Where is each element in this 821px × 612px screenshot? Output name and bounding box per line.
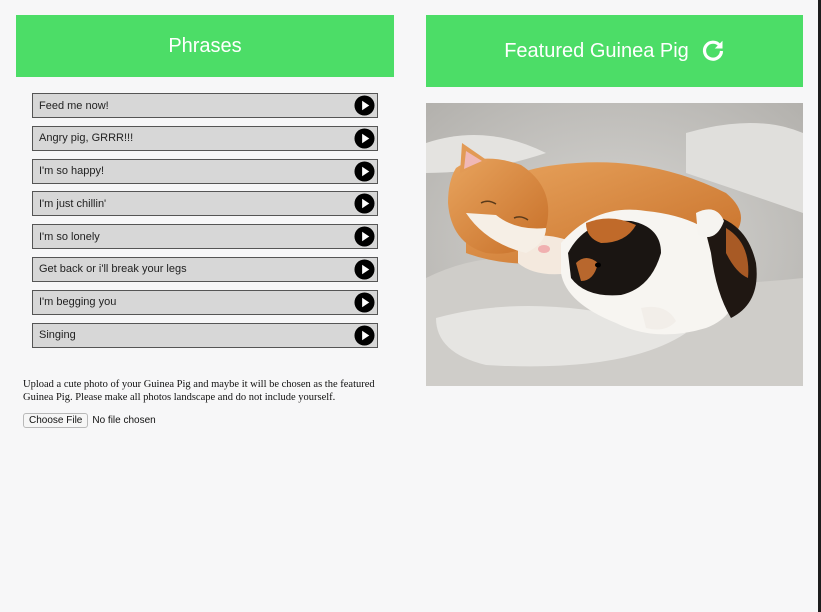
phrase-label: Singing xyxy=(39,329,76,342)
featured-header: Featured Guinea Pig xyxy=(426,15,803,87)
file-status: No file chosen xyxy=(92,415,156,426)
play-icon[interactable] xyxy=(354,193,375,214)
phrase-item[interactable]: Singing xyxy=(32,322,378,348)
phrase-label: I'm begging you xyxy=(39,296,117,309)
featured-photo xyxy=(426,103,803,386)
phrase-item[interactable]: I'm so lonely xyxy=(32,224,378,250)
phrase-label: I'm just chillin' xyxy=(39,197,107,210)
phrase-label: I'm so lonely xyxy=(39,230,100,243)
phrase-item[interactable]: Get back or i'll break your legs xyxy=(32,256,378,282)
phrase-label: Get back or i'll break your legs xyxy=(39,263,187,276)
phrase-item[interactable]: Angry pig, GRRR!!! xyxy=(32,125,378,151)
play-icon[interactable] xyxy=(354,259,375,280)
phrase-item[interactable]: I'm begging you xyxy=(32,289,378,315)
phrase-label: Angry pig, GRRR!!! xyxy=(39,132,134,145)
phrase-item[interactable]: I'm so happy! xyxy=(32,158,378,184)
phrase-item[interactable]: I'm just chillin' xyxy=(32,191,378,217)
phrase-list: Feed me now! Angry pig, GRRR!!! I'm so h… xyxy=(32,93,378,355)
phrase-label: Feed me now! xyxy=(39,99,109,112)
play-icon[interactable] xyxy=(354,226,375,247)
play-icon[interactable] xyxy=(354,95,375,116)
play-icon[interactable] xyxy=(354,161,375,182)
file-upload: Choose File No file chosen xyxy=(23,413,156,428)
play-icon[interactable] xyxy=(354,128,375,149)
phrases-title: Phrases xyxy=(168,34,242,57)
upload-instructions: Upload a cute photo of your Guinea Pig a… xyxy=(23,379,375,403)
play-icon[interactable] xyxy=(354,325,375,346)
phrases-header: Phrases xyxy=(16,15,394,77)
phrase-label: I'm so happy! xyxy=(39,165,105,178)
choose-file-button[interactable]: Choose File xyxy=(23,413,89,428)
play-icon[interactable] xyxy=(354,292,375,313)
phrase-item[interactable]: Feed me now! xyxy=(32,93,378,118)
featured-title: Featured Guinea Pig xyxy=(504,39,689,62)
refresh-icon[interactable] xyxy=(701,39,725,63)
